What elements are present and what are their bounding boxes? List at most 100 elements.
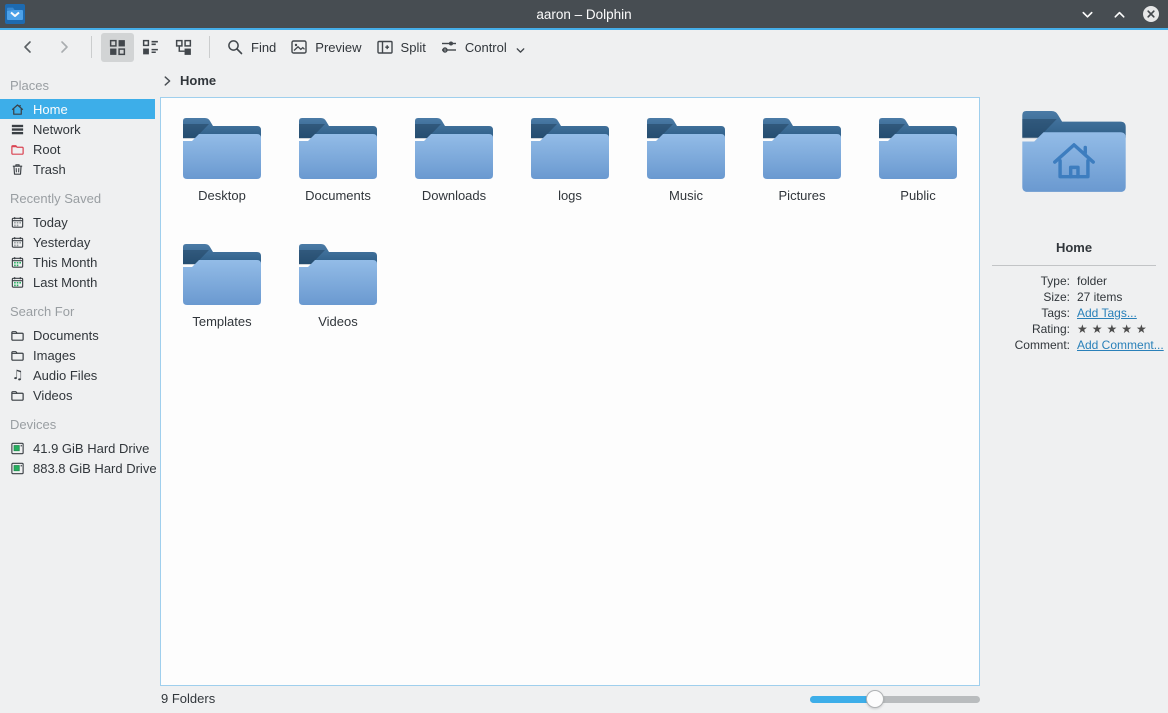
folder-icon (411, 112, 497, 182)
folder-icon (295, 238, 381, 308)
trash-icon (10, 162, 25, 177)
sidebar-item-label: 883.8 GiB Hard Drive (33, 461, 157, 476)
folder-icon (759, 112, 845, 182)
calendar-icon (10, 215, 25, 230)
preview-button[interactable]: Preview (283, 33, 368, 61)
folder-label: Public (900, 188, 935, 203)
dolphin-app-icon[interactable] (5, 4, 25, 24)
dolphin-window: aaron – Dolphin (0, 0, 1168, 713)
icons-view-icon (108, 38, 127, 57)
add-tags-link[interactable]: Add Tags... (1077, 307, 1137, 319)
toolbar: Find Preview Split C (0, 30, 1168, 64)
control-button[interactable]: Control (433, 33, 534, 62)
sidebar-item-this-month[interactable]: This Month (0, 252, 155, 272)
maximize-button[interactable] (1110, 5, 1128, 23)
calendar-icon (10, 235, 25, 250)
sidebar-section-header-places: Places (0, 74, 155, 99)
home-icon (10, 102, 25, 117)
folder-label: Downloads (422, 188, 486, 203)
split-view-icon (376, 38, 394, 56)
sidebar-item-root[interactable]: Root (0, 139, 155, 159)
info-row-tags: Tags: Add Tags... (980, 307, 1168, 319)
rating-stars[interactable]: ★★★★★ (1077, 323, 1151, 335)
divider (992, 265, 1156, 266)
close-button[interactable] (1142, 5, 1160, 23)
sidebar-item-network[interactable]: Network (0, 119, 155, 139)
sidebar-item-883-8-gib-hard-drive[interactable]: 883.8 GiB Hard Drive (0, 458, 155, 478)
sidebar-item-trash[interactable]: Trash (0, 159, 155, 179)
folder-item-music[interactable]: Music (628, 112, 744, 238)
split-button[interactable]: Split (369, 33, 433, 61)
forward-button[interactable] (46, 33, 82, 61)
sidebar-item-audio-files[interactable]: ♫ Audio Files (0, 365, 155, 385)
sidebar-item-label: Yesterday (33, 235, 90, 250)
audio-note-icon: ♫ (10, 368, 25, 383)
preview-label: Preview (315, 40, 361, 55)
folder-item-desktop[interactable]: Desktop (164, 112, 280, 238)
sidebar-item-label: This Month (33, 255, 97, 270)
breadcrumb-chevron-icon[interactable] (160, 74, 174, 88)
breadcrumb-home[interactable]: Home (180, 73, 216, 88)
sidebar-section-header-search-for: Search For (0, 300, 155, 325)
info-label: Tags: (980, 307, 1070, 319)
sidebar: Places Home Network RootTrash Recently Saved… (0, 70, 155, 713)
hard-drive-icon (10, 461, 25, 476)
zoom-slider-fill (810, 696, 875, 703)
folder-item-templates[interactable]: Templates (164, 238, 280, 364)
sidebar-item-41-9-gib-hard-drive[interactable]: 41.9 GiB Hard Drive (0, 438, 155, 458)
sidebar-item-label: 41.9 GiB Hard Drive (33, 441, 149, 456)
folder-plain-icon (10, 388, 25, 403)
back-button[interactable] (10, 33, 46, 61)
info-label: Comment: (980, 339, 1070, 351)
info-row-type: Type:folder (980, 275, 1168, 287)
icons-view-button[interactable] (101, 33, 134, 62)
folder-item-downloads[interactable]: Downloads (396, 112, 512, 238)
window-title: aaron – Dolphin (0, 7, 1168, 22)
sidebar-item-videos[interactable]: Videos (0, 385, 155, 405)
sidebar-item-images[interactable]: Images (0, 345, 155, 365)
tree-view-button[interactable] (167, 33, 200, 62)
sidebar-item-yesterday[interactable]: Yesterday (0, 232, 155, 252)
sidebar-item-documents[interactable]: Documents (0, 325, 155, 345)
folder-label: Desktop (198, 188, 246, 203)
sidebar-item-home[interactable]: Home (0, 99, 155, 119)
minimize-button[interactable] (1078, 5, 1096, 23)
search-icon (226, 38, 244, 56)
sidebar-item-last-month[interactable]: Last Month (0, 272, 155, 292)
sidebar-item-label: Documents (33, 328, 99, 343)
find-button[interactable]: Find (219, 33, 283, 61)
folder-icon (295, 112, 381, 182)
info-rows: Type:folder Size:27 items Tags: Add Tags...… (980, 275, 1168, 351)
breadcrumb: Home (160, 64, 216, 97)
titlebar: aaron – Dolphin (0, 0, 1168, 28)
sidebar-item-label: Home (33, 102, 68, 117)
window-controls (1078, 0, 1160, 28)
folder-home-icon (980, 103, 1168, 196)
folder-item-documents[interactable]: Documents (280, 112, 396, 238)
zoom-slider[interactable] (810, 696, 980, 703)
folder-icon (179, 112, 265, 182)
sidebar-item-today[interactable]: Today (0, 212, 155, 232)
sidebar-item-label: Audio Files (33, 368, 97, 383)
statusbar: 9 Folders (0, 686, 1168, 713)
folder-item-videos[interactable]: Videos (280, 238, 396, 364)
folder-view[interactable]: Desktop Documents Downloads logsMusicPictur… (160, 97, 980, 686)
info-panel-title: Home (980, 240, 1168, 255)
sidebar-item-label: Today (33, 215, 68, 230)
folder-item-public[interactable]: Public (860, 112, 976, 238)
sidebar-item-label: Videos (33, 388, 73, 403)
zoom-slider-handle[interactable] (866, 690, 884, 708)
folder-item-logs[interactable]: logs (512, 112, 628, 238)
control-label: Control (465, 40, 507, 55)
folder-label: Templates (192, 314, 251, 329)
find-label: Find (251, 40, 276, 55)
details-view-button[interactable] (134, 33, 167, 62)
add-comment-link[interactable]: Add Comment... (1077, 339, 1164, 351)
sidebar-item-label: Network (33, 122, 81, 137)
sidebar-section-header-recently-saved: Recently Saved (0, 187, 155, 212)
folder-item-pictures[interactable]: Pictures (744, 112, 860, 238)
folder-icon (527, 112, 613, 182)
info-row-rating: Rating:★★★★★ (980, 323, 1168, 335)
hard-drive-icon (10, 441, 25, 456)
info-row-size: Size:27 items (980, 291, 1168, 303)
